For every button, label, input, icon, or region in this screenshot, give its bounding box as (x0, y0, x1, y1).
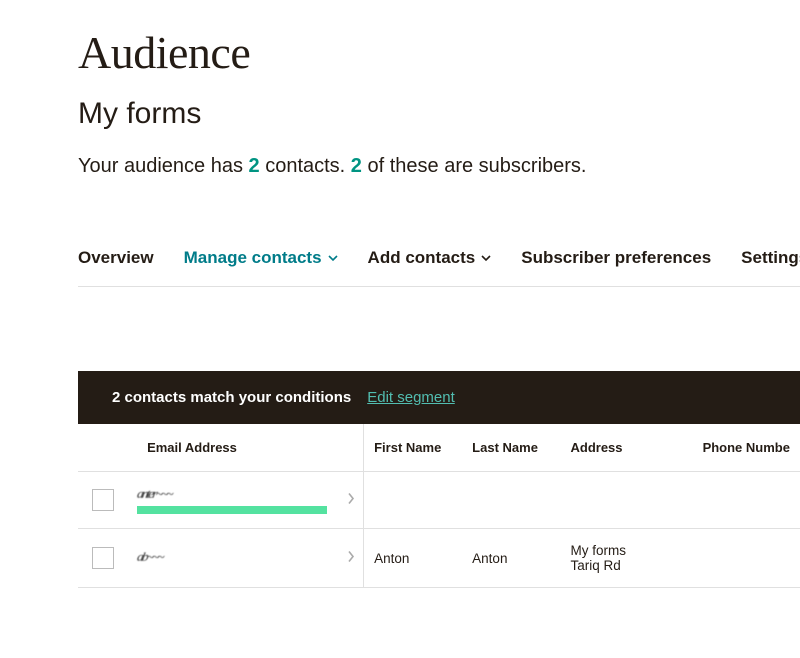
col-address[interactable]: Address (561, 424, 693, 472)
row-checkbox[interactable] (92, 547, 114, 569)
table-row[interactable]: anter~~~ (78, 472, 800, 529)
chevron-down-icon (328, 253, 338, 263)
stats-suffix: of these are subscribers. (362, 155, 587, 177)
table-row[interactable]: ab~~~ Anton Anton My forms Tariq Rd (78, 529, 800, 588)
email-obscured[interactable]: anter~~~ (136, 487, 288, 503)
cell-firstname (364, 472, 463, 529)
col-phone[interactable]: Phone Numbe (693, 424, 800, 472)
cell-firstname: Anton (364, 529, 463, 588)
tab-add-label: Add contacts (368, 248, 476, 268)
col-email[interactable]: Email Address (127, 424, 364, 472)
contact-count: 2 (249, 155, 260, 177)
address-line1: My forms (571, 543, 683, 558)
tab-settings-label: Settings (741, 248, 800, 268)
cell-address (561, 472, 693, 529)
page-title: Audience (78, 26, 800, 79)
audience-name: My forms (78, 97, 800, 131)
chevron-right-icon[interactable] (347, 493, 355, 508)
tab-settings[interactable]: Settings (741, 248, 800, 286)
cell-lastname: Anton (462, 529, 560, 588)
cell-phone (693, 529, 800, 588)
audience-stats: Your audience has 2 contacts. 2 of these… (78, 155, 800, 178)
tab-subscriber-preferences[interactable]: Subscriber preferences (521, 248, 711, 286)
tabs-nav: Overview Manage contacts Add contacts Su… (78, 248, 800, 287)
tab-manage-contacts[interactable]: Manage contacts (184, 248, 338, 286)
chevron-down-icon (481, 253, 491, 263)
subscriber-count: 2 (351, 155, 362, 177)
tab-overview[interactable]: Overview (78, 248, 154, 286)
email-obscured[interactable]: ab~~~ (136, 550, 288, 566)
address-line2: Tariq Rd (571, 558, 683, 573)
edit-segment-link[interactable]: Edit segment (367, 389, 455, 406)
col-firstname[interactable]: First Name (364, 424, 463, 472)
cell-address: My forms Tariq Rd (561, 529, 693, 588)
segment-bar: 2 contacts match your conditions Edit se… (78, 371, 800, 424)
stats-mid: contacts. (260, 155, 351, 177)
email-highlight (137, 506, 327, 514)
cell-lastname (462, 472, 560, 529)
row-checkbox[interactable] (92, 489, 114, 511)
tab-manage-label: Manage contacts (184, 248, 322, 268)
col-lastname[interactable]: Last Name (462, 424, 560, 472)
cell-phone (693, 472, 800, 529)
contacts-table: Email Address First Name Last Name Addre… (78, 424, 800, 588)
stats-prefix: Your audience has (78, 155, 249, 177)
chevron-right-icon[interactable] (347, 551, 355, 566)
col-checkbox (78, 424, 127, 472)
tab-add-contacts[interactable]: Add contacts (368, 248, 492, 286)
segment-match-text: 2 contacts match your conditions (112, 389, 351, 406)
